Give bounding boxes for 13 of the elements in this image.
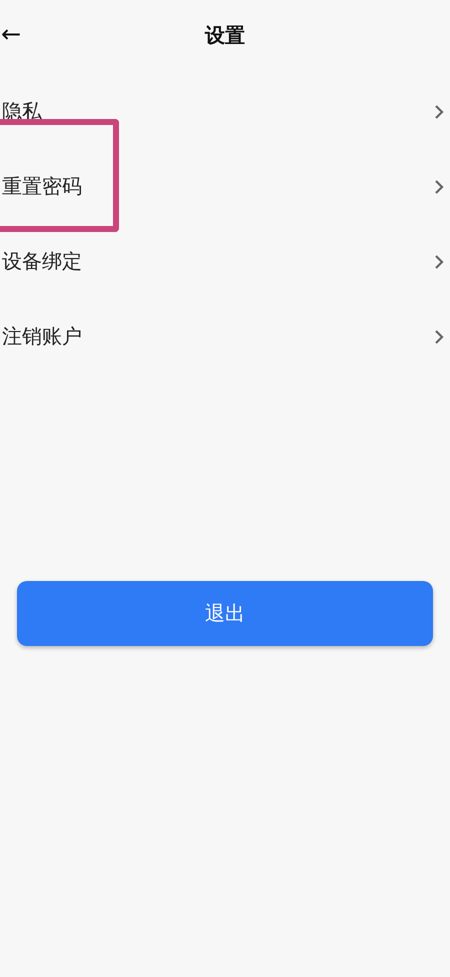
back-button[interactable]: ← — [1, 20, 22, 48]
chevron-icon — [434, 328, 444, 344]
row-label: 重置密码 — [2, 173, 82, 200]
logout-button[interactable]: 退出 — [17, 581, 433, 646]
chevron-icon — [434, 104, 444, 120]
row-label: 设备绑定 — [2, 248, 82, 275]
row-label: 注销账户 — [2, 323, 82, 350]
chevron-icon — [434, 254, 444, 270]
settings-row[interactable]: 注销账户 — [0, 299, 450, 374]
settings-row[interactable]: 重置密码 — [0, 149, 450, 224]
page-title: 设置 — [205, 22, 245, 48]
chevron-icon — [434, 178, 444, 194]
settings-row[interactable]: 设备绑定 — [0, 224, 450, 299]
